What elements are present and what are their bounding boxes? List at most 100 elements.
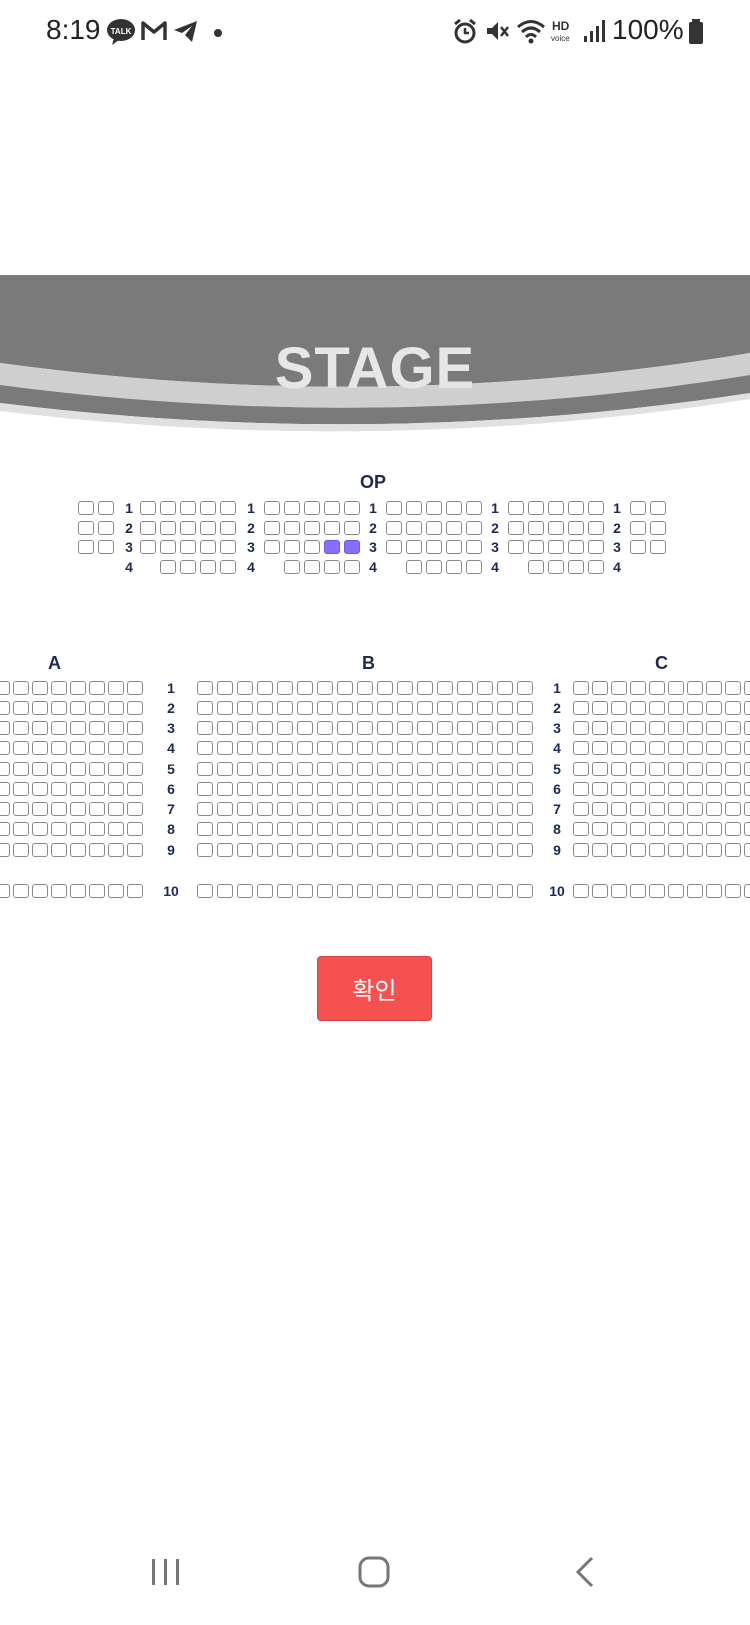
- seat-c[interactable]: [630, 762, 646, 776]
- seat-b[interactable]: [217, 762, 233, 776]
- seat-b[interactable]: [397, 741, 413, 755]
- seat-op[interactable]: [528, 560, 544, 574]
- seat-b[interactable]: [457, 721, 473, 735]
- seat-c[interactable]: [592, 721, 608, 735]
- seat-b[interactable]: [197, 741, 213, 755]
- seat-b[interactable]: [317, 762, 333, 776]
- seat-b[interactable]: [317, 701, 333, 715]
- seat-c[interactable]: [725, 802, 741, 816]
- seat-c[interactable]: [630, 822, 646, 836]
- seat-c[interactable]: [687, 802, 703, 816]
- seat-b[interactable]: [297, 822, 313, 836]
- seat-op[interactable]: [78, 540, 94, 554]
- seat-a[interactable]: [108, 884, 124, 898]
- seat-b[interactable]: [497, 782, 513, 796]
- seat-b[interactable]: [217, 843, 233, 857]
- seat-c[interactable]: [649, 843, 665, 857]
- seat-op[interactable]: [446, 540, 462, 554]
- seat-a[interactable]: [108, 782, 124, 796]
- seat-c[interactable]: [725, 701, 741, 715]
- seat-b[interactable]: [297, 741, 313, 755]
- seat-op[interactable]: [426, 501, 442, 515]
- seat-b[interactable]: [477, 802, 493, 816]
- seat-b[interactable]: [497, 802, 513, 816]
- seat-a[interactable]: [89, 822, 105, 836]
- seat-b[interactable]: [217, 782, 233, 796]
- seat-b[interactable]: [357, 701, 373, 715]
- seat-a[interactable]: [0, 681, 10, 695]
- seat-c[interactable]: [611, 721, 627, 735]
- seat-b[interactable]: [357, 884, 373, 898]
- seat-c[interactable]: [668, 884, 684, 898]
- seat-b[interactable]: [277, 782, 293, 796]
- seat-op[interactable]: [386, 501, 402, 515]
- seat-b[interactable]: [437, 884, 453, 898]
- seat-b[interactable]: [477, 782, 493, 796]
- seat-b[interactable]: [457, 802, 473, 816]
- seat-b[interactable]: [317, 741, 333, 755]
- seat-a[interactable]: [70, 802, 86, 816]
- seat-b[interactable]: [417, 721, 433, 735]
- seat-a[interactable]: [70, 681, 86, 695]
- seat-b[interactable]: [297, 802, 313, 816]
- seat-op[interactable]: [528, 540, 544, 554]
- seat-a[interactable]: [89, 884, 105, 898]
- seat-b[interactable]: [397, 822, 413, 836]
- seat-b[interactable]: [417, 741, 433, 755]
- seat-c[interactable]: [611, 782, 627, 796]
- seat-c[interactable]: [744, 721, 750, 735]
- seat-b[interactable]: [517, 843, 533, 857]
- seat-op[interactable]: [264, 540, 280, 554]
- seat-op[interactable]: [220, 521, 236, 535]
- seat-b[interactable]: [277, 802, 293, 816]
- seat-a[interactable]: [127, 721, 143, 735]
- seat-b[interactable]: [357, 802, 373, 816]
- seat-c[interactable]: [592, 741, 608, 755]
- seat-c[interactable]: [573, 681, 589, 695]
- seat-op[interactable]: [426, 521, 442, 535]
- seat-b[interactable]: [517, 802, 533, 816]
- seat-b[interactable]: [257, 762, 273, 776]
- seat-c[interactable]: [725, 822, 741, 836]
- seat-b[interactable]: [417, 802, 433, 816]
- seat-b[interactable]: [277, 762, 293, 776]
- seat-b[interactable]: [357, 782, 373, 796]
- seat-c[interactable]: [630, 681, 646, 695]
- seat-b[interactable]: [517, 762, 533, 776]
- seat-op[interactable]: [284, 501, 300, 515]
- seat-b[interactable]: [237, 741, 253, 755]
- seat-b[interactable]: [417, 701, 433, 715]
- seat-b[interactable]: [317, 843, 333, 857]
- seat-op[interactable]: [98, 521, 114, 535]
- seat-a[interactable]: [32, 681, 48, 695]
- seat-b[interactable]: [197, 762, 213, 776]
- seat-a[interactable]: [89, 741, 105, 755]
- seat-op[interactable]: [650, 501, 666, 515]
- seat-b[interactable]: [357, 822, 373, 836]
- seat-b[interactable]: [457, 822, 473, 836]
- seat-a[interactable]: [51, 721, 67, 735]
- seat-c[interactable]: [744, 884, 750, 898]
- seat-b[interactable]: [337, 721, 353, 735]
- seat-b[interactable]: [377, 762, 393, 776]
- seat-b[interactable]: [237, 802, 253, 816]
- seat-b[interactable]: [297, 884, 313, 898]
- seat-op[interactable]: [508, 501, 524, 515]
- seat-a[interactable]: [108, 843, 124, 857]
- seat-a[interactable]: [70, 782, 86, 796]
- seat-b[interactable]: [257, 701, 273, 715]
- seat-op[interactable]: [630, 540, 646, 554]
- seat-op[interactable]: [406, 540, 422, 554]
- seat-op[interactable]: [568, 560, 584, 574]
- seat-op[interactable]: [200, 521, 216, 535]
- seat-c[interactable]: [649, 884, 665, 898]
- seat-a[interactable]: [51, 782, 67, 796]
- seat-op[interactable]: [528, 501, 544, 515]
- seat-op[interactable]: [588, 501, 604, 515]
- seat-b[interactable]: [397, 701, 413, 715]
- seat-b[interactable]: [197, 843, 213, 857]
- seat-b[interactable]: [257, 802, 273, 816]
- seat-a[interactable]: [127, 843, 143, 857]
- seat-op[interactable]: [264, 501, 280, 515]
- seat-b[interactable]: [477, 843, 493, 857]
